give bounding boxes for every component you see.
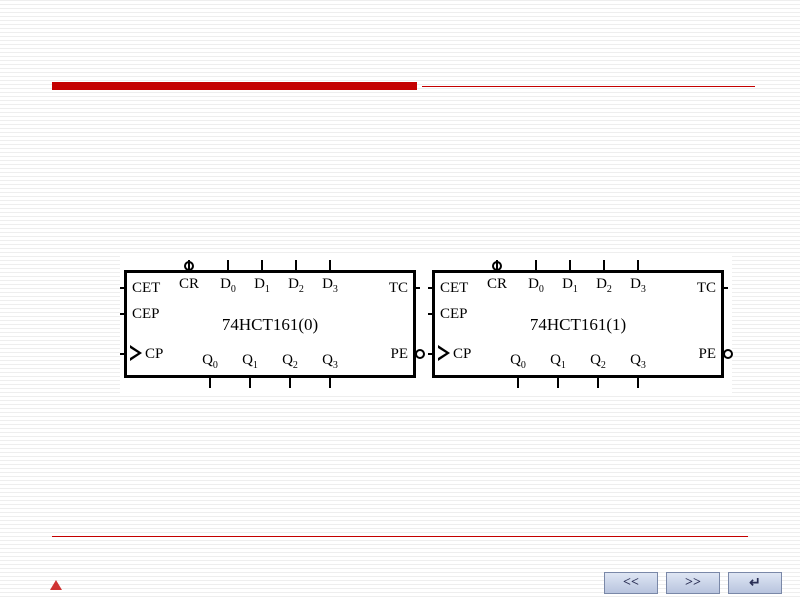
pin-label-cet: CET (440, 281, 468, 296)
pin-tick (209, 375, 211, 388)
slide-nav: << >> ↵ (604, 572, 782, 594)
clock-edge-icon (130, 345, 142, 361)
pin-tick (637, 260, 639, 273)
pin-label-d2: D2D2 (288, 277, 304, 295)
ic-block-1: CET CEP CP TC PE 74HCT161(1) CR D0D0 D1D… (432, 270, 724, 378)
pin-tick (637, 375, 639, 388)
pin-label-q0: Q0Q0 (202, 353, 218, 371)
pin-tick (721, 287, 728, 289)
pin-label-cr: CR (487, 277, 507, 292)
pin-label-d1: D1D1 (254, 277, 270, 295)
next-button[interactable]: >> (666, 572, 720, 594)
pin-tick (535, 260, 537, 273)
pin-tick (261, 260, 263, 273)
pin-label-tc: TC (697, 281, 716, 296)
pin-tick (120, 313, 127, 315)
pin-label-q1: Q1Q1 (550, 353, 566, 371)
inversion-bubble-icon (415, 349, 425, 359)
pin-label-pe: PE (390, 347, 408, 362)
pin-tick (249, 375, 251, 388)
pin-label-tc: TC (389, 281, 408, 296)
pin-label-d3: D3D3 (630, 277, 646, 295)
pin-label-q3: Q3Q3 (630, 353, 646, 371)
pin-label-cr: CR (179, 277, 199, 292)
pin-label-d3: D3D3 (322, 277, 338, 295)
pin-label-d0: D0D0 (528, 277, 544, 295)
pin-tick (428, 313, 435, 315)
footer-rule (52, 536, 748, 537)
enter-button[interactable]: ↵ (728, 572, 782, 594)
schematic-figure: CET CEP CP TC PE 74HCT161(0) CR D0D0 D1D… (120, 256, 732, 394)
inversion-bubble-icon (723, 349, 733, 359)
ic-block-0: CET CEP CP TC PE 74HCT161(0) CR D0D0 D1D… (124, 270, 416, 378)
pin-tick (188, 260, 190, 273)
pin-tick (428, 287, 435, 289)
pin-label-cet: CET (132, 281, 160, 296)
pin-tick (428, 353, 435, 355)
pin-label-q3: Q3Q3 (322, 353, 338, 371)
pin-label-q1: Q1Q1 (242, 353, 258, 371)
pin-tick (569, 260, 571, 273)
pin-tick (597, 375, 599, 388)
pin-label-q2: Q2Q2 (282, 353, 298, 371)
clock-edge-icon (438, 345, 450, 361)
part-number-label: 74HCT161(0) (127, 315, 413, 335)
pin-label-q2: Q2Q2 (590, 353, 606, 371)
pin-label-d0: D0D0 (220, 277, 236, 295)
pin-tick (120, 287, 127, 289)
pin-label-d1: D1D1 (562, 277, 578, 295)
pin-tick (517, 375, 519, 388)
slide-marker-icon (50, 580, 62, 590)
pin-tick (227, 260, 229, 273)
pin-tick (557, 375, 559, 388)
pin-label-cp: CP (453, 347, 471, 362)
pin-tick (295, 260, 297, 273)
title-thick-rule (52, 82, 417, 90)
pin-tick (413, 287, 420, 289)
pin-tick (603, 260, 605, 273)
pin-tick (120, 353, 127, 355)
pin-label-d2: D2D2 (596, 277, 612, 295)
pin-tick (496, 260, 498, 273)
title-thin-rule (422, 86, 755, 87)
pin-tick (329, 375, 331, 388)
pin-label-pe: PE (698, 347, 716, 362)
pin-tick (329, 260, 331, 273)
pin-label-q0: Q0Q0 (510, 353, 526, 371)
part-number-label: 74HCT161(1) (435, 315, 721, 335)
pin-label-cp: CP (145, 347, 163, 362)
title-rule-area (52, 82, 755, 90)
pin-tick (289, 375, 291, 388)
prev-button[interactable]: << (604, 572, 658, 594)
